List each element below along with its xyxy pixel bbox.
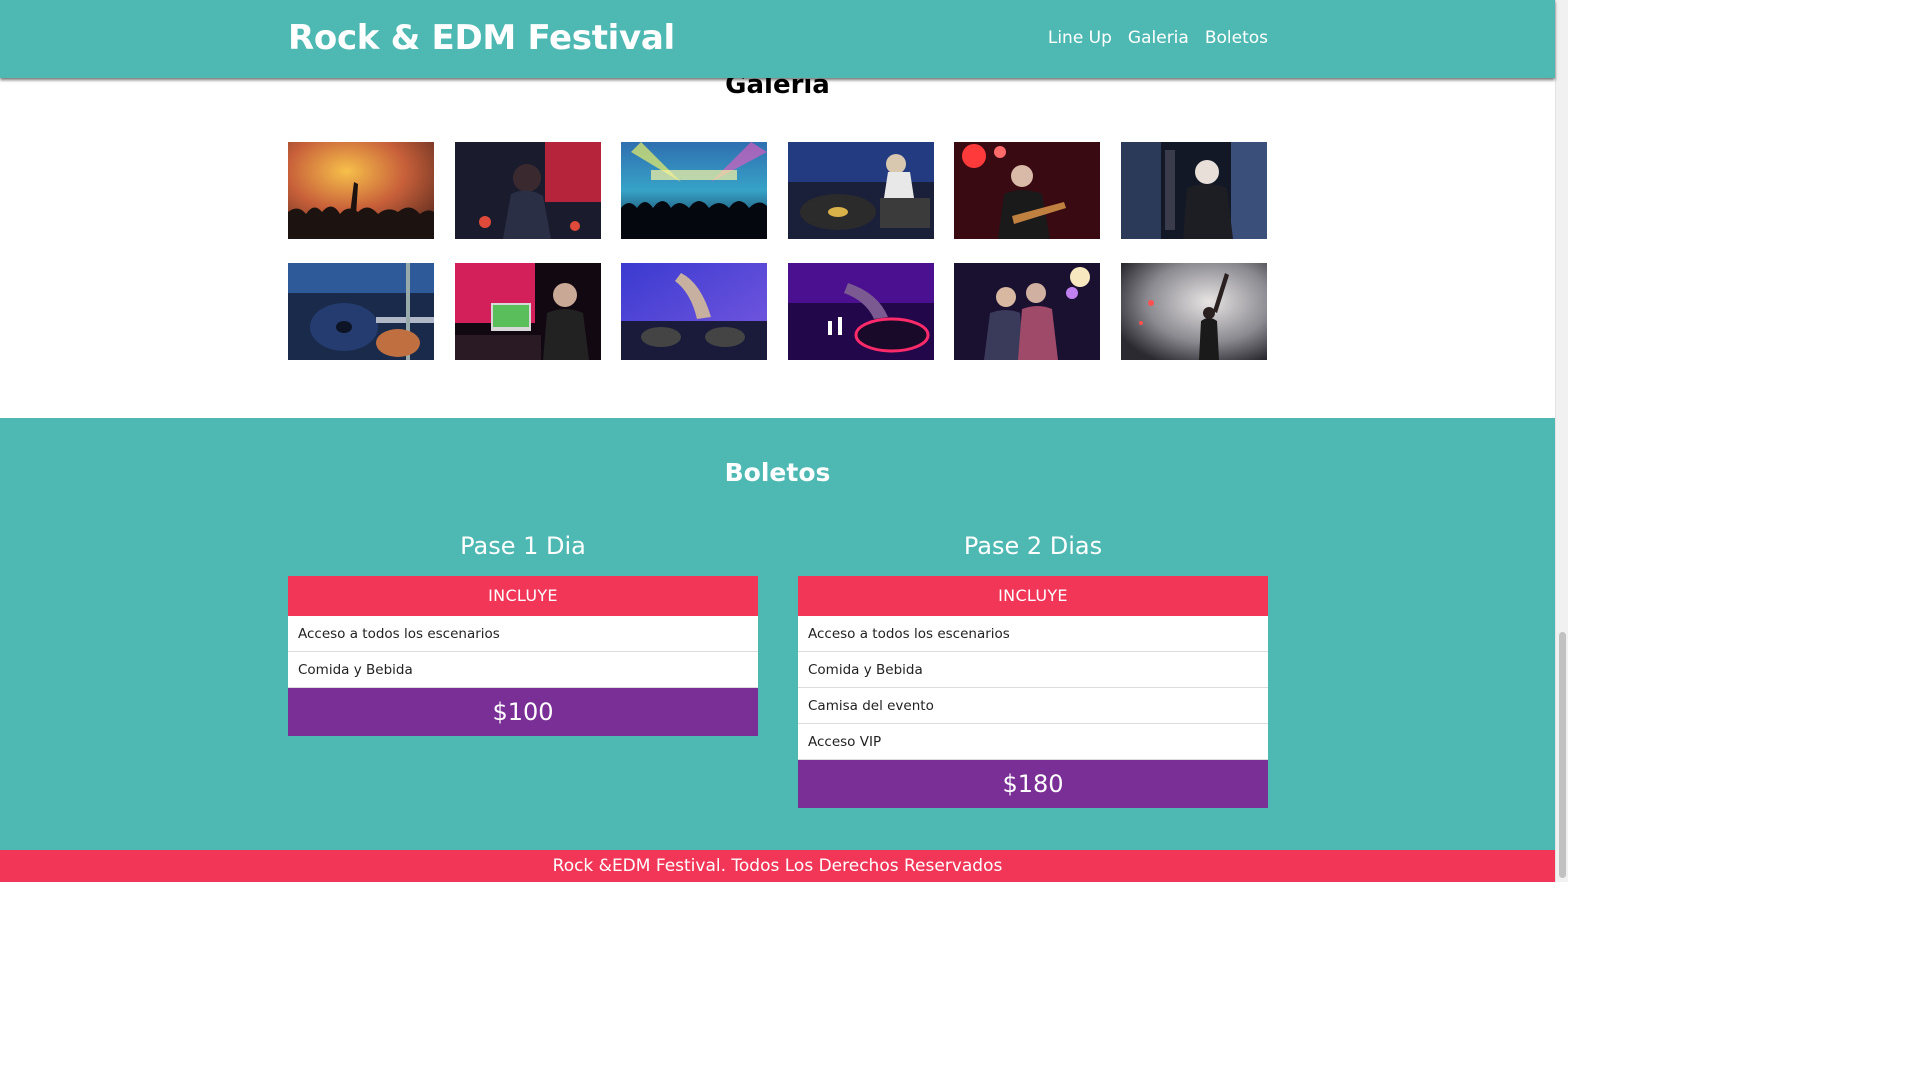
nav-link-boletos[interactable]: Boletos xyxy=(1205,28,1268,48)
gallery-image-dj-mixer-purple[interactable] xyxy=(787,263,934,360)
tickets-section: Boletos Pase 1 Dia INCLUYE Acceso a todo… xyxy=(0,418,1555,850)
main-nav: Line Up Galeria Boletos xyxy=(1048,28,1268,48)
gallery-image-edm-crowd-lights[interactable] xyxy=(621,142,767,239)
scrollbar-thumb[interactable] xyxy=(1559,632,1566,878)
page-scrollbar[interactable] xyxy=(1555,0,1568,882)
pass-card-1-day: Pase 1 Dia INCLUYE Acceso a todos los es… xyxy=(288,528,758,736)
gallery-image-dj-mixer-blue[interactable] xyxy=(621,263,767,360)
page: Galeria Rock & EDM Festival Line Up Gale… xyxy=(0,0,1568,882)
pass-includes-header: INCLUYE xyxy=(288,576,758,616)
pass-include-item: Acceso a todos los escenarios xyxy=(288,616,758,652)
gallery-image-rock-singer[interactable] xyxy=(454,142,601,239)
nav-link-line-up[interactable]: Line Up xyxy=(1048,28,1112,48)
pass-card-2-days: Pase 2 Dias INCLUYE Acceso a todos los e… xyxy=(798,528,1268,808)
pass-include-item: Comida y Bebida xyxy=(798,652,1268,688)
site-title[interactable]: Rock & EDM Festival xyxy=(288,18,675,58)
gallery-image-dj-turntables[interactable] xyxy=(787,142,934,239)
pass-price-button[interactable]: $180 xyxy=(798,760,1268,808)
site-footer: Rock &EDM Festival. Todos Los Derechos R… xyxy=(0,850,1555,882)
gallery-image-singer-smoke[interactable] xyxy=(1120,263,1267,360)
nav-link-galeria[interactable]: Galeria xyxy=(1128,28,1189,48)
gallery-image-concert-crowd[interactable] xyxy=(288,142,434,239)
gallery-image-dj-headphones[interactable] xyxy=(1120,142,1267,239)
pass-include-item: Camisa del evento xyxy=(798,688,1268,724)
pass-name: Pase 1 Dia xyxy=(460,532,586,560)
pass-include-item: Acceso VIP xyxy=(798,724,1268,760)
site-header: Rock & EDM Festival Line Up Galeria Bole… xyxy=(0,0,1555,78)
pass-include-item: Comida y Bebida xyxy=(288,652,758,688)
pass-name: Pase 2 Dias xyxy=(963,532,1103,560)
gallery-image-band-duo-stage[interactable] xyxy=(954,263,1100,360)
gallery-image-guitarist-red-stage[interactable] xyxy=(954,142,1100,239)
pass-include-item: Acceso a todos los escenarios xyxy=(798,616,1268,652)
tickets-section-title: Boletos xyxy=(724,458,831,487)
gallery-image-guitar-player-closeup[interactable] xyxy=(288,263,434,360)
gallery-image-dj-laptop-pink[interactable] xyxy=(454,263,601,360)
pass-includes-header: INCLUYE xyxy=(798,576,1268,616)
gallery-grid xyxy=(288,142,1268,360)
pass-price-button[interactable]: $100 xyxy=(288,688,758,736)
